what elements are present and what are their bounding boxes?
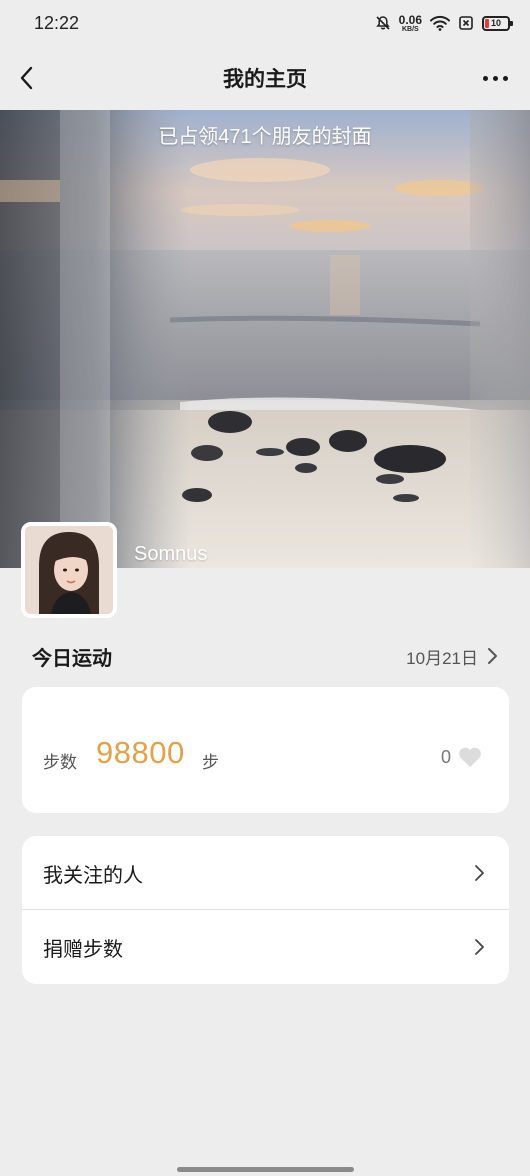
menu-card: 我关注的人 捐赠步数 [22,836,509,984]
wifi-icon [430,15,450,31]
cover-image[interactable]: 已占领471个朋友的封面 Somnus [0,110,530,568]
list-item-donate-steps[interactable]: 捐赠步数 [22,910,509,984]
more-dots-icon[interactable] [483,76,508,81]
avatar[interactable] [21,522,117,618]
list-item-label: 我关注的人 [43,864,143,887]
steps-unit: 步 [202,753,219,772]
status-bar: 12:22 0.06 KB/S 10 [0,0,530,46]
steps-value: 98800 [96,735,185,770]
chevron-right-icon [475,865,484,881]
status-icons: 0.06 KB/S 10 [375,12,513,33]
status-time: 12:22 [34,12,80,33]
chevron-right-icon [475,939,484,955]
page-title: 我的主页 [223,68,307,91]
net-speed: 0.06 KB/S [398,12,422,33]
like-count: 0 [440,746,451,767]
date-text: 10月21日 [406,648,478,668]
steps-label: 步数 [43,753,77,772]
avatar-portrait [25,526,113,614]
username: Somnus [134,543,208,565]
bell-mute-icon [375,16,390,30]
list-item-following[interactable]: 我关注的人 [22,836,509,910]
beach-scene-illustration [0,110,530,568]
list-item-label: 捐赠步数 [43,938,123,961]
steps-card: 步数 98800 步 0 [22,687,509,813]
today-sport-header: 今日运动 10月21日 [32,640,498,672]
sim-off-icon [459,16,473,30]
heart-icon [459,747,481,767]
chevron-right-icon [488,648,497,664]
today-sport-label: 今日运动 [32,647,112,670]
battery-icon: 10 [482,15,513,31]
cover-caption: 已占领471个朋友的封面 [158,126,372,148]
home-indicator[interactable] [177,1167,354,1172]
date-selector[interactable]: 10月21日 [406,644,498,669]
top-nav-bar: 我的主页 [0,46,530,110]
chevron-left-icon[interactable] [14,64,42,92]
like-button[interactable]: 0 [441,745,483,769]
